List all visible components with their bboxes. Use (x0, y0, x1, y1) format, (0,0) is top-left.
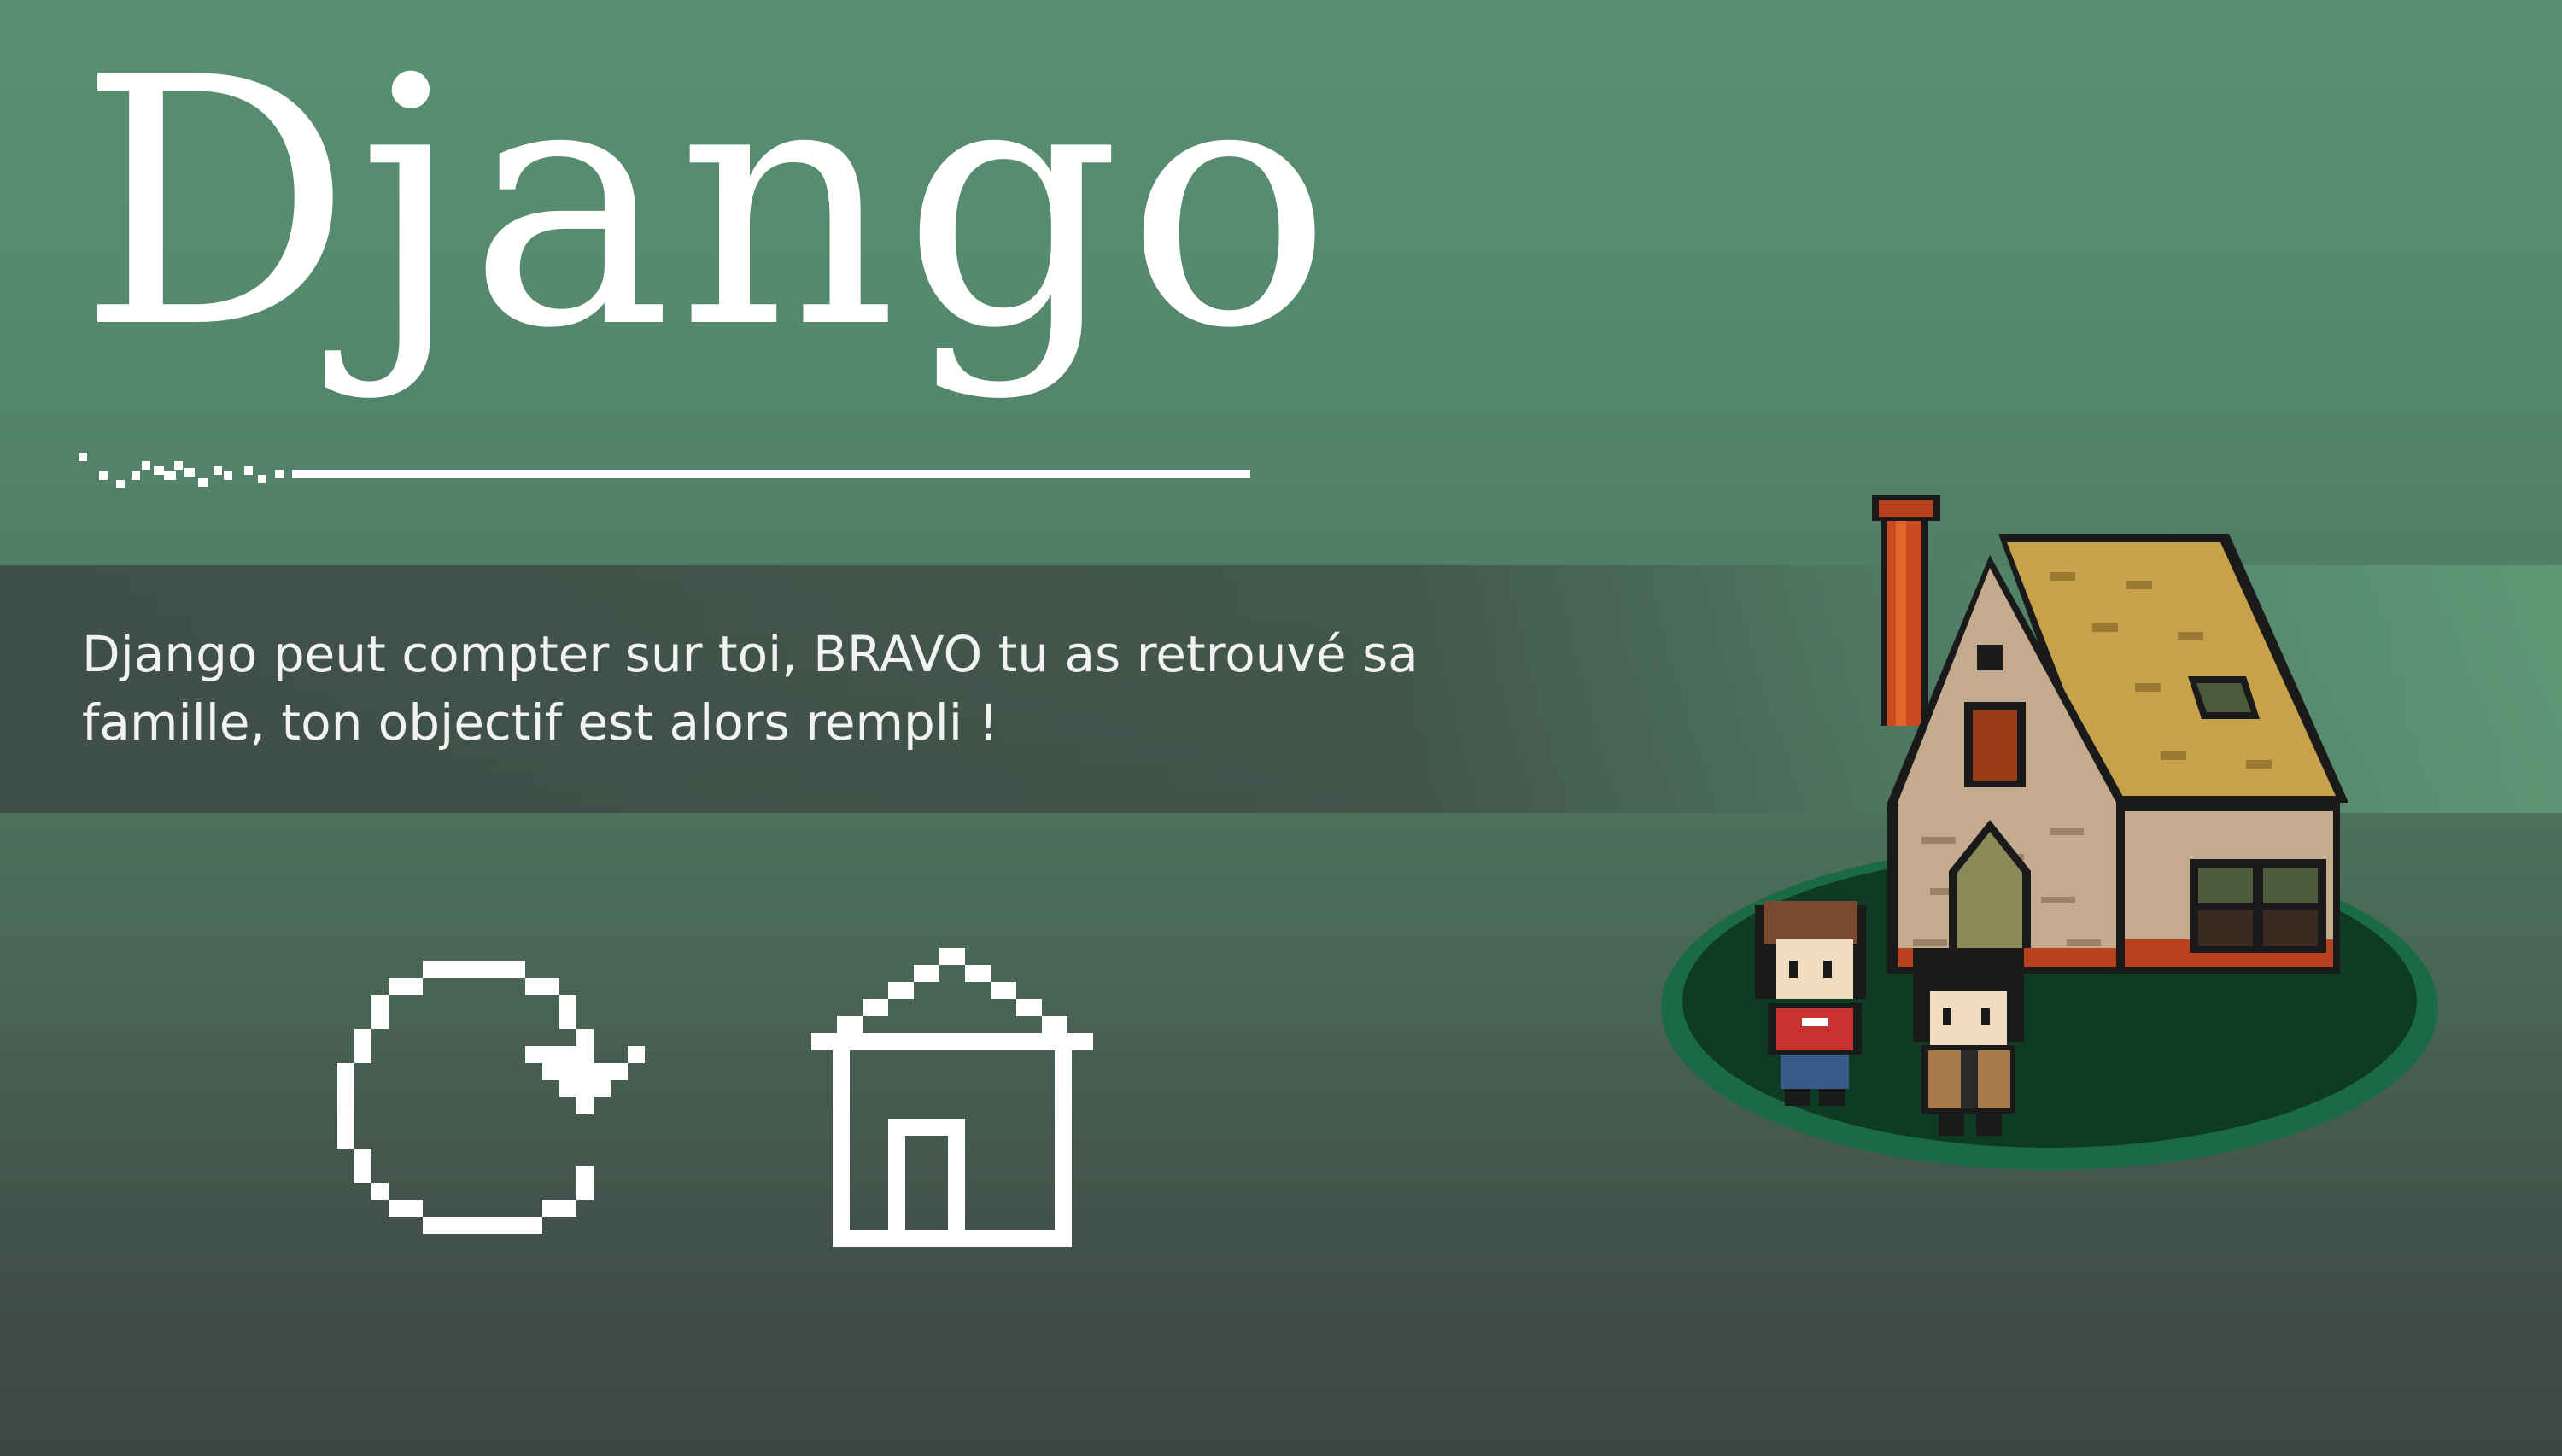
home-button[interactable] (811, 948, 1093, 1251)
retry-icon (337, 961, 645, 1234)
character-brown-coat (1913, 948, 2024, 1136)
title-underline-decoration (79, 453, 1250, 488)
game-title: Django (79, 6, 1337, 403)
retry-button[interactable] (337, 961, 645, 1251)
home-icon (811, 948, 1093, 1247)
success-message: Django peut compter sur toi, BRAVO tu as… (82, 625, 1418, 751)
house-scene-illustration (1661, 495, 2438, 1170)
